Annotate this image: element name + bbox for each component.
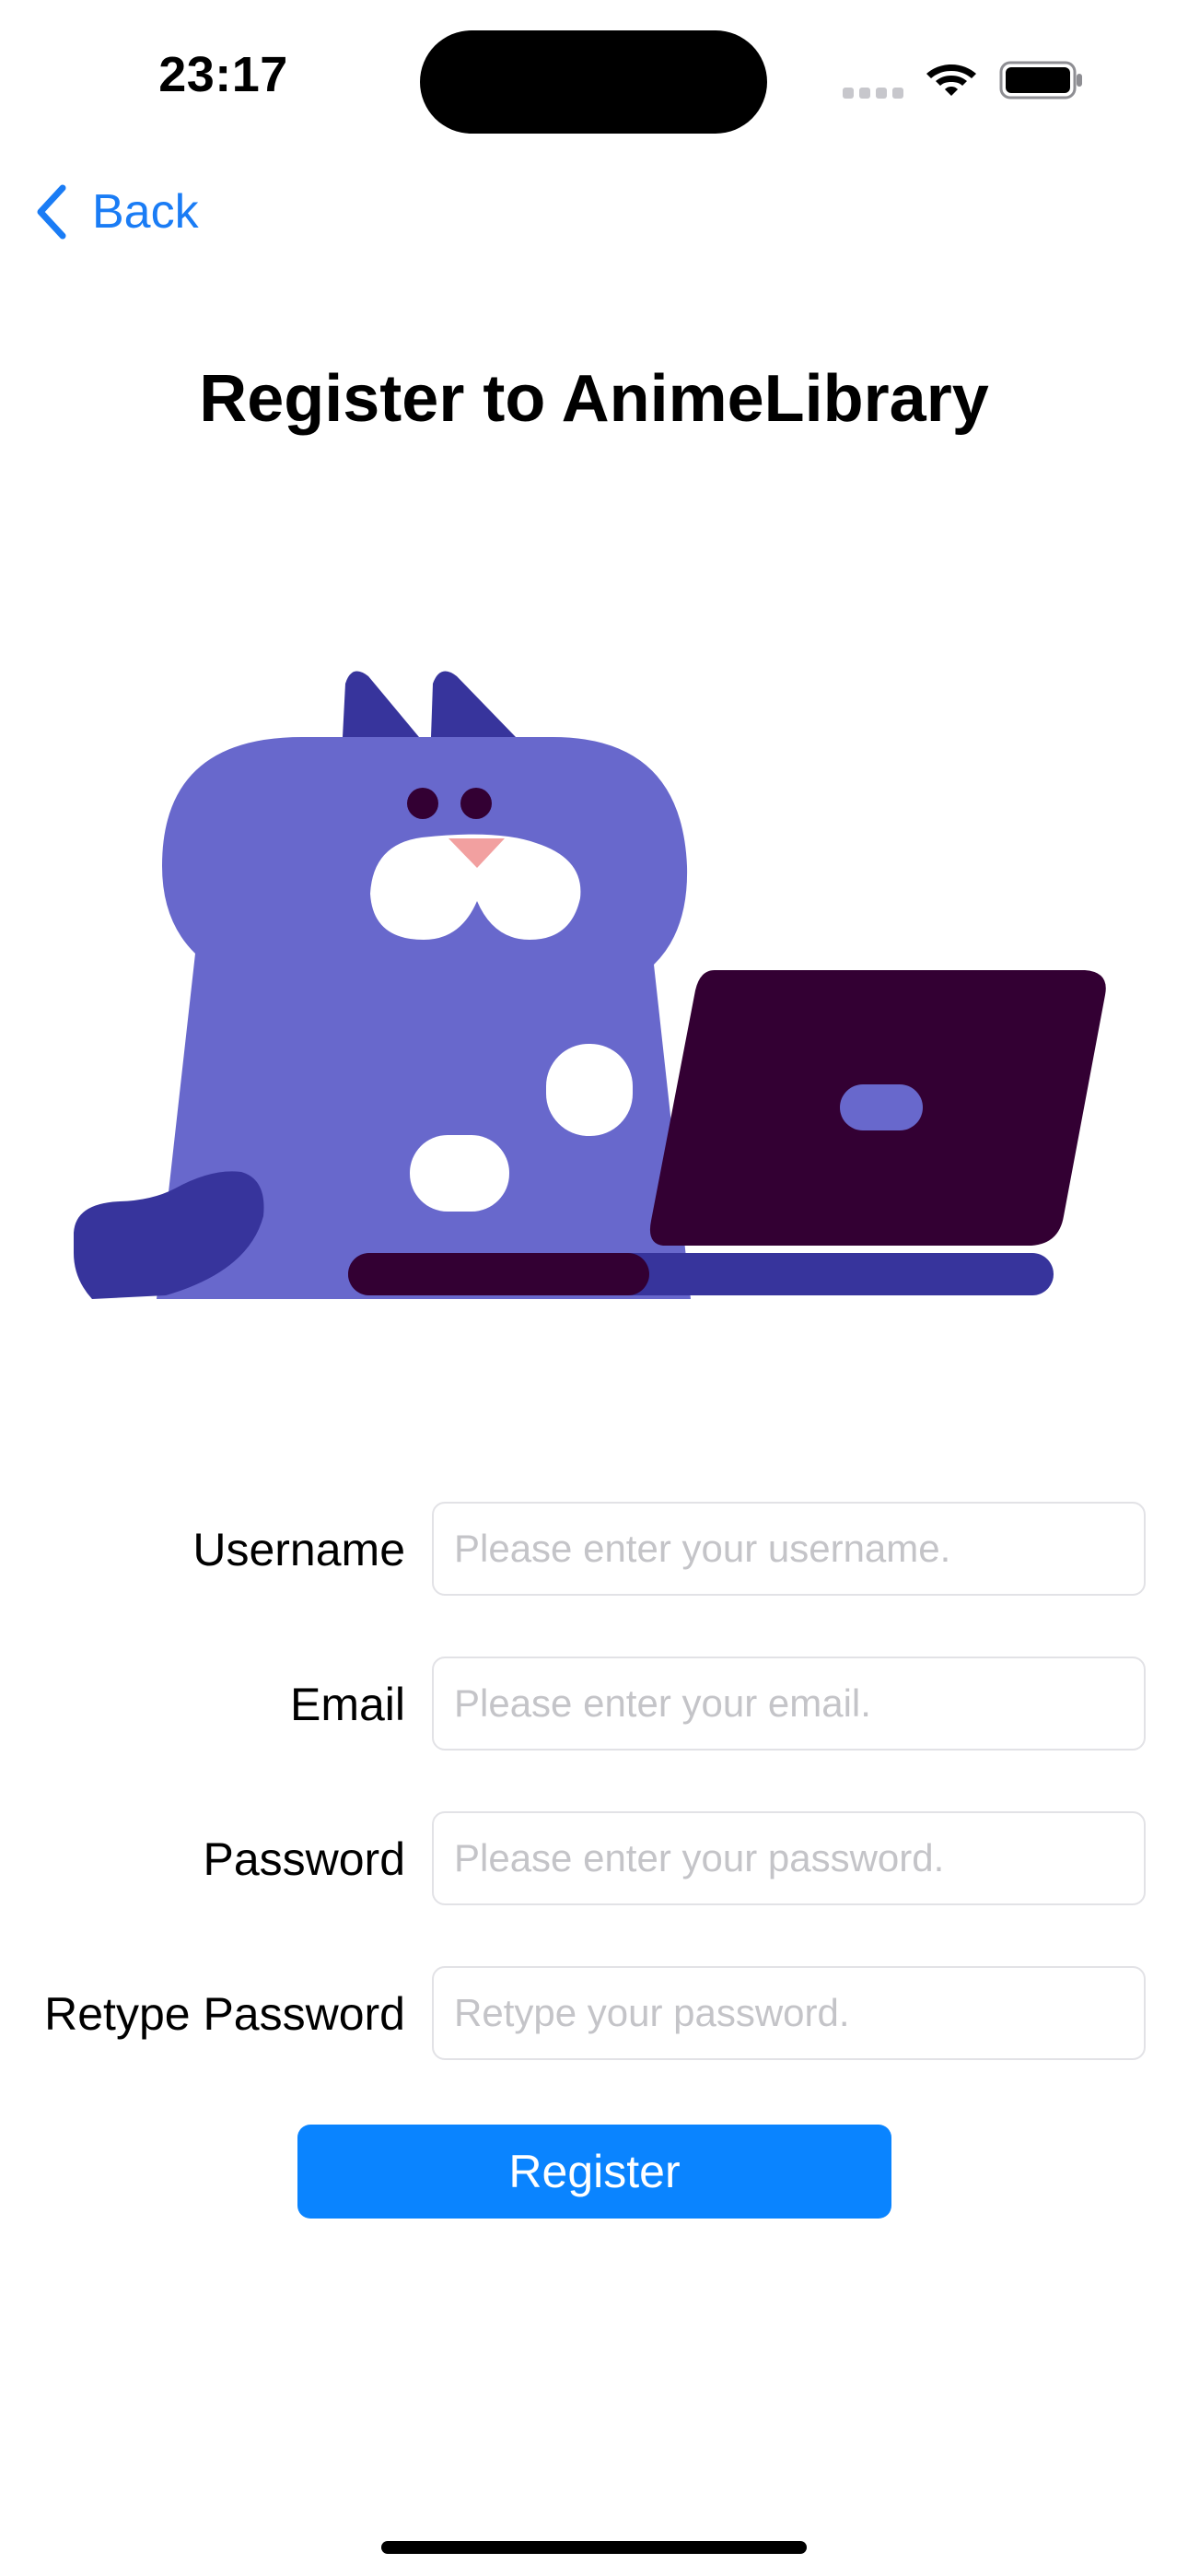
email-row: Email [0,1657,1188,1752]
retype-password-row: Retype Password [0,1966,1188,2062]
chevron-left-icon [37,184,66,240]
username-input[interactable] [432,1502,1146,1596]
cat-spot [410,1135,509,1212]
password-label: Password [203,1833,405,1885]
retype-password-input[interactable] [432,1966,1146,2060]
wifi-icon [926,64,976,96]
retype-password-label: Retype Password [44,1988,405,2040]
username-row: Username [0,1502,1188,1598]
cat-eye-right [460,788,492,819]
cat-spot [546,1044,633,1136]
laptop-logo [840,1084,923,1130]
dynamic-island [420,30,767,134]
username-label: Username [192,1524,405,1575]
status-time: 23:17 [158,47,288,102]
page-title: Register to AnimeLibrary [199,362,989,436]
cat-paw [348,1253,649,1295]
battery-icon [999,61,1082,100]
back-button[interactable]: Back [33,175,199,249]
back-label: Back [92,185,199,239]
register-button[interactable]: Register [297,2125,891,2219]
email-input[interactable] [432,1657,1146,1751]
email-label: Email [289,1679,405,1730]
cat-ears [343,671,516,737]
password-input[interactable] [432,1811,1146,1905]
home-indicator [381,2541,807,2554]
cat-eye-left [407,788,438,819]
cat-laptop-illustration [74,671,1106,1299]
password-row: Password [0,1811,1188,1907]
cellular-signal-icon [843,88,903,99]
